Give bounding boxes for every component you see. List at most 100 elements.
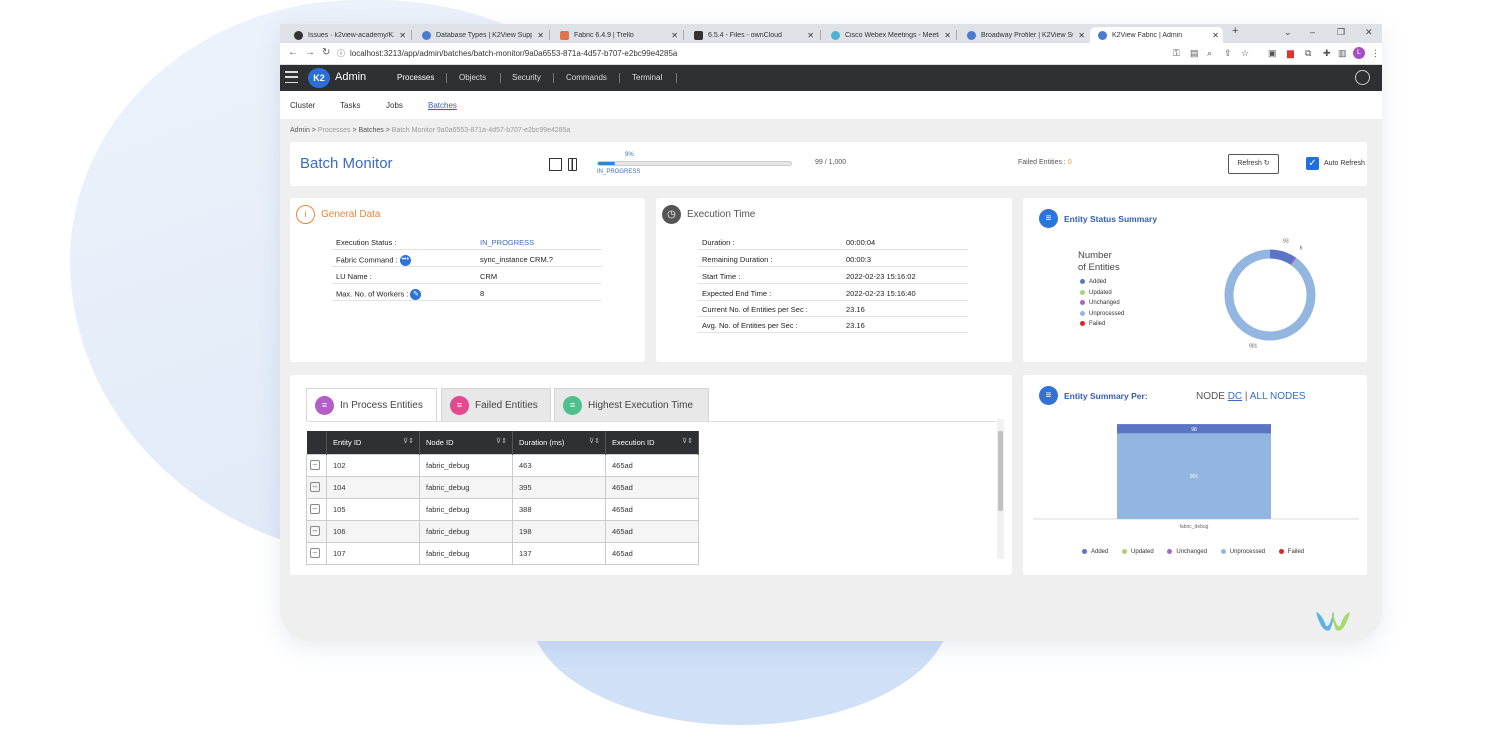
table-scrollbar[interactable] [997, 419, 1004, 559]
close-icon[interactable]: ✕ [1078, 31, 1089, 40]
collapse-icon[interactable]: – [310, 482, 320, 492]
table-row[interactable]: – 102 fabric_debug 463 465ad [306, 453, 699, 477]
legend-item[interactable]: Updated [1122, 549, 1154, 555]
legend-item[interactable]: Unchanged [1080, 300, 1124, 311]
hamburger-menu-icon[interactable] [285, 71, 298, 83]
menu-icon[interactable]: ⋮ [1371, 48, 1380, 59]
translate-icon[interactable]: ▤ [1190, 48, 1199, 59]
legend-item[interactable]: Unprocessed [1080, 310, 1124, 322]
column-header[interactable]: Execution ID ⊽⇕ [605, 431, 699, 454]
table-row[interactable]: – 105 fabric_debug 388 465ad [306, 497, 699, 521]
column-header[interactable]: Node ID ⊽⇕ [419, 431, 513, 454]
table-row[interactable]: – 107 fabric_debug 137 465ad [306, 541, 699, 565]
restore-icon[interactable]: ❐ [1337, 27, 1345, 38]
browser-tab[interactable]: Fabric 6.4.9 | Trello ✕ [552, 27, 682, 43]
nav-security[interactable]: Security [512, 73, 541, 82]
table-row[interactable]: – 104 fabric_debug 395 465ad [306, 475, 699, 499]
breadcrumb-batches[interactable]: Batches [359, 127, 384, 134]
subnav-tasks[interactable]: Tasks [340, 101, 360, 110]
column-header[interactable]: Duration (ms) ⊽⇕ [512, 431, 606, 454]
collapse-icon[interactable]: – [310, 548, 320, 558]
table-row[interactable]: – 106 fabric_debug 198 465ad [306, 519, 699, 543]
share-icon[interactable]: ⇪ [1224, 48, 1232, 59]
star-icon[interactable]: ☆ [1241, 48, 1249, 59]
new-tab-button[interactable]: + [1232, 25, 1238, 37]
pdf-extension-icon[interactable]: ▆ [1287, 48, 1294, 59]
sidebar-icon[interactable]: ▥ [1338, 48, 1347, 59]
tab-in-process-entities[interactable]: ≡ In Process Entities [306, 388, 437, 422]
extension-icon[interactable]: ▣ [1268, 48, 1277, 59]
nav-processes[interactable]: Processes [397, 73, 434, 82]
scope-node[interactable]: NODE [1196, 391, 1225, 402]
webex-app-icon[interactable] [1312, 604, 1354, 638]
donut-slice-unprocessed[interactable] [1224, 249, 1316, 341]
reload-icon[interactable]: ↻ [322, 47, 330, 58]
close-icon[interactable]: ✕ [807, 31, 818, 40]
legend-item[interactable]: Unprocessed [1220, 549, 1265, 555]
filter-sort-icon[interactable]: ⊽⇕ [496, 437, 507, 445]
breadcrumb-admin[interactable]: Admin [290, 127, 310, 134]
legend-item[interactable]: Updated [1080, 289, 1124, 301]
back-icon[interactable]: ← [288, 47, 298, 58]
key-icon[interactable]: ⚿ [1173, 48, 1180, 59]
nav-terminal[interactable]: Terminal [632, 73, 662, 82]
tab-highest-execution-time[interactable]: ≡ Highest Execution Time [554, 388, 709, 422]
stop-icon[interactable] [549, 158, 562, 171]
subnav-jobs[interactable]: Jobs [386, 101, 403, 110]
filter-sort-icon[interactable]: ⊽⇕ [589, 437, 600, 445]
profile-avatar[interactable]: L [1353, 47, 1365, 59]
column-header[interactable]: Entity ID ⊽⇕ [326, 431, 420, 454]
puzzle-icon[interactable]: ✚ [1323, 48, 1331, 59]
user-icon[interactable] [1355, 70, 1370, 85]
url-field[interactable]: localhost:3213/app/admin/batches/batch-m… [350, 49, 677, 58]
failed-entities-label: Failed Entities : 0 [1018, 159, 1072, 166]
legend-item[interactable]: Added [1080, 279, 1124, 290]
browser-tab[interactable]: 6.5.4 - Files - ownCloud ✕ [686, 27, 818, 43]
legend-item[interactable]: Unchanged [1167, 549, 1207, 555]
edit-icon[interactable]: ✎ [410, 289, 422, 300]
close-icon[interactable]: ✕ [1212, 31, 1223, 40]
browser-tab-active[interactable]: K2View Fabric | Admin ✕ [1090, 27, 1223, 43]
nav-objects[interactable]: Objects [459, 73, 486, 82]
minimize-icon[interactable]: – [1310, 27, 1315, 37]
collapse-icon[interactable]: – [310, 460, 320, 470]
forward-icon[interactable]: → [305, 47, 315, 58]
donut-slice-unchanged[interactable] [1290, 257, 1297, 266]
entity-summary-bar-chart: 901 98 fabric_debug [1033, 424, 1359, 530]
browser-tab[interactable]: Cisco Webex Meetings - Meetin ✕ [823, 27, 955, 43]
close-icon[interactable]: ✕ [944, 31, 955, 40]
browser-tab[interactable]: Issues · k2view-academy/K2View✕ [286, 27, 410, 43]
legend-item[interactable]: Failed [1080, 321, 1124, 332]
collapse-icon[interactable]: – [310, 504, 320, 514]
nav-commands[interactable]: Commands [566, 73, 607, 82]
collapse-icon[interactable]: – [310, 526, 320, 536]
scope-all-nodes[interactable]: ALL NODES [1250, 391, 1306, 402]
zoom-icon[interactable]: ⌕ [1207, 48, 1212, 59]
tab-failed-entities[interactable]: ≡ Failed Entities [441, 388, 551, 422]
refresh-button[interactable]: Refresh ↻ [1228, 154, 1279, 174]
close-icon[interactable]: ✕ [399, 31, 410, 40]
pause-icon[interactable] [568, 158, 577, 171]
legend-item[interactable]: Failed [1278, 549, 1304, 555]
info-icon[interactable]: ⓘ [337, 48, 345, 59]
subnav-cluster[interactable]: Cluster [290, 101, 315, 110]
breadcrumb-processes[interactable]: Processes [318, 127, 351, 134]
browser-tab[interactable]: Broadway Profiler | K2View Supp✕ [959, 27, 1089, 43]
execution-status-value: IN_PROGRESS [480, 238, 535, 247]
close-icon[interactable]: ✕ [671, 31, 682, 40]
filter-sort-icon[interactable]: ⊽⇕ [403, 437, 414, 445]
scrollbar-thumb[interactable] [998, 431, 1003, 511]
entity-status-summary-card: ≡ Entity Status Summary Number of Entiti… [1023, 198, 1367, 362]
more-icon[interactable]: ••• [399, 255, 411, 266]
donut-slice-added[interactable] [1269, 249, 1296, 265]
close-icon[interactable]: ✕ [537, 31, 548, 40]
browser-tab[interactable]: Database Types | K2View Supp ✕ [414, 27, 548, 43]
chevron-down-icon[interactable]: ⌄ [1284, 27, 1292, 38]
screenshot-icon[interactable]: ⧉ [1305, 48, 1311, 59]
scope-dc[interactable]: DC [1228, 391, 1242, 402]
legend-item[interactable]: Added [1082, 549, 1108, 555]
close-window-icon[interactable]: ✕ [1365, 27, 1373, 38]
auto-refresh-checkbox[interactable]: ✓ [1306, 157, 1319, 170]
filter-sort-icon[interactable]: ⊽⇕ [682, 437, 693, 445]
subnav-batches[interactable]: Batches [428, 101, 457, 110]
